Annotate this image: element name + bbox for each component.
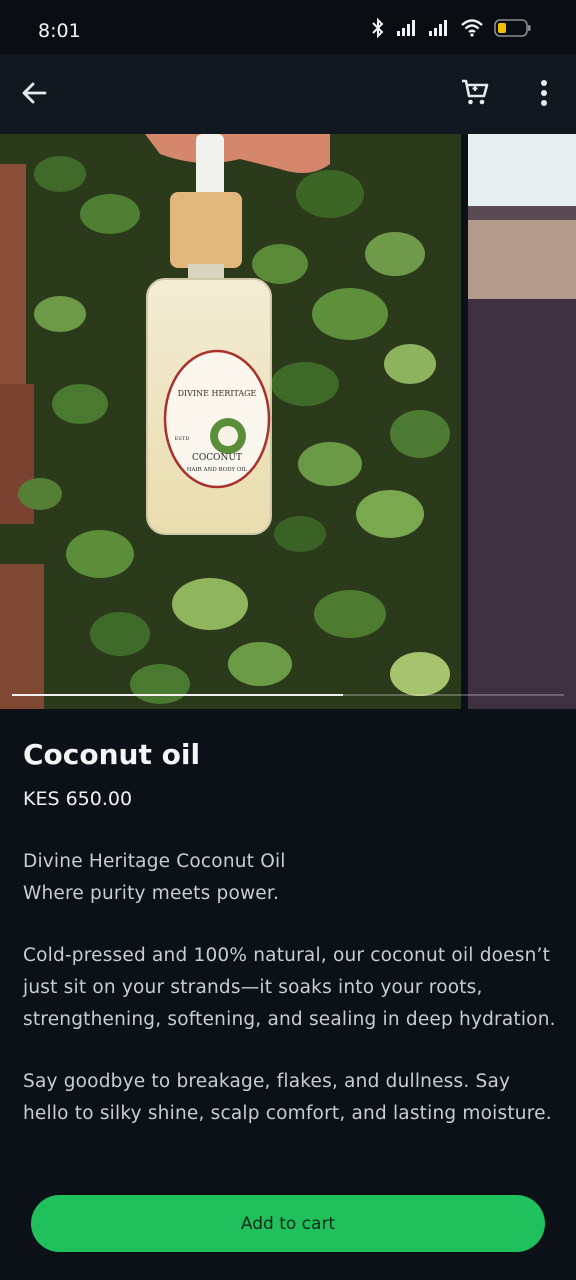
- description-line: Where purity meets power.: [23, 883, 280, 904]
- product-image-gallery[interactable]: DIVINE HERITAGE COCONUT HAIR AND BODY OI…: [0, 134, 576, 709]
- product-image[interactable]: DIVINE HERITAGE COCONUT HAIR AND BODY OI…: [0, 134, 461, 709]
- bottle-estd: ESTD: [175, 436, 189, 442]
- signal-icon: [429, 20, 447, 36]
- product-price: KES 650.00: [23, 788, 133, 810]
- battery-icon: [494, 19, 531, 37]
- description-line: Divine Heritage Coconut Oil: [23, 851, 286, 872]
- description-paragraph: Say goodbye to breakage, flakes, and dul…: [23, 1071, 552, 1124]
- description-intro: Divine Heritage Coconut Oil Where purity…: [23, 846, 558, 910]
- gallery-progress-track: [12, 694, 564, 696]
- bluetooth-icon: [372, 18, 384, 38]
- cart-icon[interactable]: [459, 76, 491, 108]
- wifi-icon: [461, 19, 483, 37]
- product-title: Coconut oil: [23, 738, 201, 771]
- status-time: 8:01: [38, 20, 81, 42]
- bottle-brand: DIVINE HERITAGE: [178, 389, 257, 398]
- more-vert-icon[interactable]: [532, 76, 556, 110]
- description-paragraph: Cold-pressed and 100% natural, our cocon…: [23, 945, 556, 1030]
- status-bar: 8:01: [0, 0, 576, 54]
- add-to-cart-button[interactable]: Add to cart: [31, 1195, 545, 1252]
- product-description: Divine Heritage Coconut Oil Where purity…: [23, 846, 558, 1160]
- back-arrow-icon[interactable]: [18, 76, 52, 110]
- bottle-subtitle: HAIR AND BODY OIL: [187, 467, 248, 473]
- product-image-next[interactable]: [468, 134, 576, 709]
- signal-icon: [397, 20, 415, 36]
- status-icons: [370, 18, 532, 38]
- gallery-progress-indicator: [12, 694, 344, 696]
- bottle-product: COCONUT: [192, 453, 242, 463]
- app-bar: [0, 54, 576, 134]
